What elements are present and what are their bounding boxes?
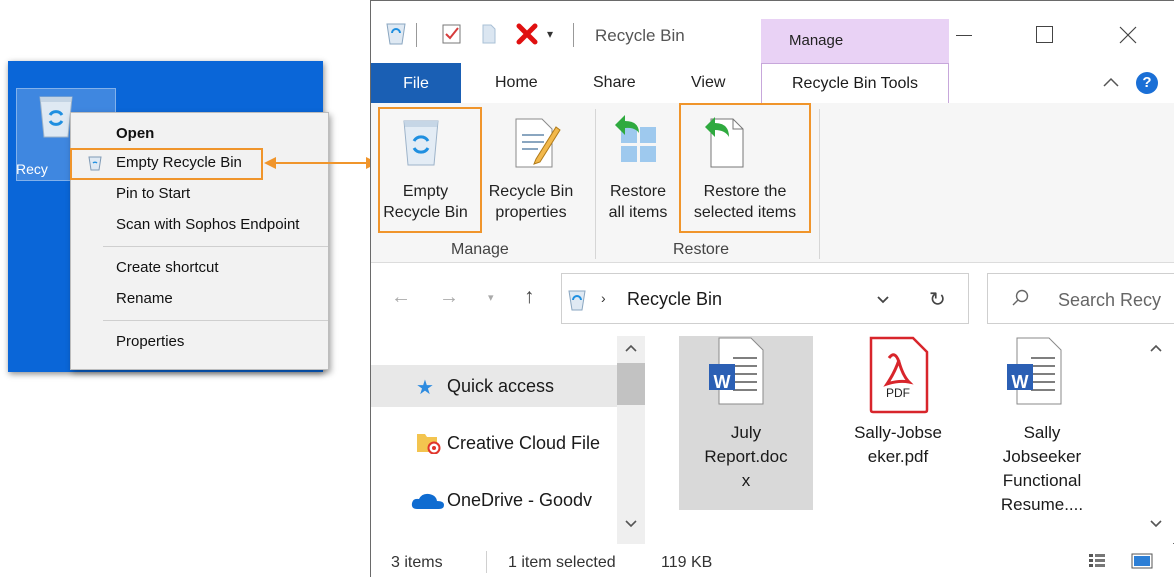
scroll-down-icon[interactable] [1149, 519, 1163, 529]
properties-check-icon[interactable] [441, 23, 463, 45]
button-label-line2: properties [495, 204, 567, 221]
button-label-line1: Recycle Bin [488, 183, 574, 200]
pdf-icon-text: PDF [886, 386, 910, 400]
search-placeholder: Search Recy [1058, 290, 1162, 310]
restore-all-icon [615, 115, 656, 162]
details-view-icon[interactable] [1088, 553, 1106, 569]
manage-context-label: Manage [789, 32, 844, 49]
button-label-line2: all items [608, 204, 668, 221]
group-label-restore: Restore [673, 241, 730, 258]
recycle-bin-icon [568, 290, 586, 311]
address-location[interactable]: Recycle Bin [627, 289, 722, 310]
address-bar[interactable] [561, 273, 969, 324]
menu-item-scan-sophos[interactable]: Scan with Sophos Endpoint [116, 216, 299, 233]
scroll-down-icon[interactable] [624, 519, 638, 529]
explorer-window: Manage ▾ Recycle Bin File Home Share Vie… [370, 0, 1174, 577]
recycle-bin-icon [386, 23, 406, 45]
customize-toolbar-dropdown-icon[interactable]: ▾ [547, 27, 553, 41]
file-name-line: Sally [1023, 423, 1061, 442]
large-icons-view-icon[interactable] [1131, 553, 1153, 569]
status-item-count: 3 items [391, 554, 443, 571]
forward-arrow-icon[interactable]: → [439, 286, 459, 309]
recycle-bin-properties-button[interactable]: Recycle Bin properties [483, 181, 579, 223]
refresh-icon[interactable]: ↻ [929, 287, 946, 312]
file-name-sally-jobseeker-pdf[interactable]: Sally-Jobse eker.pdf [831, 421, 965, 469]
file-name-sally-resume[interactable]: Sally Jobseeker Functional Resume.... [975, 421, 1109, 517]
status-separator [486, 551, 487, 573]
status-size: 119 KB [661, 554, 713, 571]
tab-share[interactable]: Share [593, 74, 636, 92]
breadcrumb-chevron-icon: › [601, 290, 606, 306]
new-folder-icon[interactable] [479, 23, 497, 45]
scroll-up-icon[interactable] [624, 343, 638, 353]
highlight-restore-selected-button [679, 103, 811, 233]
button-label-line1: Restore [609, 183, 667, 200]
file-name-line: Report.doc [704, 447, 788, 466]
file-name-line: eker.pdf [867, 447, 929, 466]
highlight-empty-recycle-bin-button [378, 107, 482, 233]
nav-item-onedrive[interactable]: OneDrive - Goodv [447, 490, 617, 511]
onedrive-cloud-icon [411, 493, 444, 509]
group-label-manage: Manage [451, 241, 509, 258]
menu-item-rename[interactable]: Rename [116, 290, 173, 307]
nav-item-creative-cloud[interactable]: Creative Cloud File [447, 433, 617, 454]
tab-recycle-bin-tools[interactable]: Recycle Bin Tools [761, 63, 949, 104]
word-icon-letter: W [1011, 372, 1029, 392]
star-icon: ★ [416, 377, 434, 399]
delete-icon[interactable] [516, 23, 538, 45]
file-name-line: x [741, 471, 751, 490]
tab-view[interactable]: View [691, 74, 725, 92]
minimize-icon[interactable] [956, 35, 972, 36]
highlight-empty-recycle-bin-menu [70, 148, 263, 180]
restore-all-items-button[interactable]: Restore all items [599, 181, 677, 223]
menu-item-properties[interactable]: Properties [116, 333, 184, 350]
nav-scroll-thumb[interactable] [617, 363, 645, 405]
menu-item-pin-to-start[interactable]: Pin to Start [116, 185, 190, 202]
double-arrow-icon [264, 157, 378, 169]
status-selection: 1 item selected [508, 554, 616, 571]
nav-item-quick-access[interactable]: Quick access [447, 376, 617, 397]
search-icon [1012, 289, 1029, 306]
file-name-line: Functional [1002, 471, 1082, 490]
file-name-line: Jobseeker [1002, 447, 1082, 466]
creative-cloud-folder-icon [417, 434, 441, 454]
collapse-ribbon-icon[interactable] [1102, 76, 1120, 88]
properties-icon [515, 118, 561, 168]
tab-file[interactable]: File [371, 63, 461, 104]
toolbar-separator [573, 23, 574, 47]
group-separator [595, 109, 596, 259]
scroll-up-icon[interactable] [1149, 343, 1163, 353]
file-name-line: July [730, 423, 762, 442]
menu-separator [103, 320, 328, 321]
menu-item-open[interactable]: Open [116, 125, 154, 142]
help-icon[interactable]: ? [1136, 72, 1158, 94]
status-bar [371, 544, 1174, 577]
word-icon-letter: W [713, 372, 731, 392]
back-arrow-icon[interactable]: ← [391, 286, 411, 309]
file-name-line: Resume.... [1000, 495, 1084, 514]
pdf-document-icon[interactable] [865, 336, 931, 414]
file-name-july-report: July Report.doc x [679, 421, 813, 493]
maximize-icon[interactable] [1036, 26, 1053, 43]
menu-item-create-shortcut[interactable]: Create shortcut [116, 259, 219, 276]
desktop: Recy Open Empty Recycle Bin Pin to Start… [8, 61, 329, 372]
menu-separator [103, 246, 328, 247]
file-name-line: Sally-Jobse [854, 423, 942, 442]
up-arrow-icon[interactable]: ↑ [524, 285, 535, 309]
close-icon[interactable] [1119, 26, 1137, 44]
recycle-bin-desktop-label: Recy [16, 161, 48, 177]
address-dropdown-icon[interactable] [876, 295, 890, 305]
toolbar-separator [416, 23, 417, 47]
window-title: Recycle Bin [595, 26, 685, 45]
group-separator [819, 109, 820, 259]
tab-home[interactable]: Home [495, 74, 538, 92]
recent-locations-icon[interactable]: ▾ [488, 291, 494, 304]
